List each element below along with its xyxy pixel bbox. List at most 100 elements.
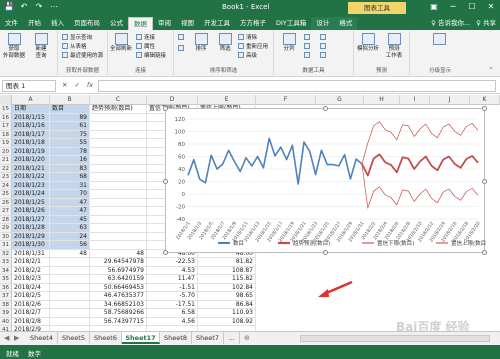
maximize-icon[interactable]: ☐ <box>467 2 477 12</box>
sort-za-button[interactable] <box>178 45 186 53</box>
row-number[interactable]: 20 <box>0 147 12 156</box>
cell-date[interactable]: 2018/2/8 <box>12 317 50 326</box>
cell-trend[interactable]: 50.66469453 <box>90 283 147 292</box>
undo-icon[interactable]: ↶ <box>19 2 29 12</box>
row-number[interactable]: 27 <box>0 207 12 216</box>
cell-trend[interactable] <box>90 198 147 207</box>
sheet-tab[interactable]: Sheet8 <box>160 332 192 344</box>
cell-count[interactable] <box>50 266 90 275</box>
header-cell-date[interactable]: 日期 <box>12 105 50 114</box>
sheet-tab[interactable]: Sheet7 <box>192 332 224 344</box>
cell-date[interactable]: 2018/1/20 <box>12 156 50 165</box>
forecast-sheet-button[interactable]: 预测 工作表 <box>383 33 405 59</box>
cell-lower[interactable]: -1.51 <box>147 283 198 292</box>
data-validation-button[interactable] <box>304 52 312 60</box>
prev-sheet-icon[interactable]: ◀ <box>4 334 9 342</box>
from-table-button[interactable]: 从表格 <box>62 43 87 51</box>
row-number[interactable]: 33 <box>0 258 12 267</box>
cell-trend[interactable] <box>90 232 147 241</box>
row-number[interactable]: 31 <box>0 241 12 250</box>
reapply-button[interactable]: 重新应用 <box>238 43 268 51</box>
name-box[interactable]: 图表 1 <box>2 80 56 92</box>
outline-button[interactable] <box>428 33 450 46</box>
cell-upper[interactable]: 81.82 <box>198 258 256 267</box>
cell-date[interactable]: 2018/2/4 <box>12 283 50 292</box>
tab-page-layout[interactable]: 页面布局 <box>69 17 105 30</box>
column-header[interactable]: H <box>364 95 400 105</box>
cell-trend[interactable] <box>90 147 147 156</box>
sheet-tab[interactable]: Sheet4 <box>26 332 58 344</box>
column-header[interactable]: A <box>12 95 50 105</box>
add-sheet-icon[interactable]: ⊕ <box>244 334 250 342</box>
cell-trend[interactable]: 29.64547978 <box>90 258 147 267</box>
row-number[interactable]: 26 <box>0 198 12 207</box>
cell-upper[interactable]: 86.84 <box>198 300 256 309</box>
relationships-button[interactable] <box>320 43 328 51</box>
flash-fill-button[interactable] <box>304 34 312 42</box>
sheet-tab-active[interactable]: Sheet17 <box>122 332 160 344</box>
cell-trend[interactable] <box>90 190 147 199</box>
tab-data[interactable]: 数据 <box>128 17 153 30</box>
cell-lower[interactable]: 4.56 <box>147 317 198 326</box>
sort-button[interactable]: 排序 <box>190 33 212 53</box>
cell-trend[interactable]: 56.74397715 <box>90 317 147 326</box>
cell-lower[interactable]: -22.53 <box>147 258 198 267</box>
column-header[interactable]: F <box>256 95 316 105</box>
consolidate-button[interactable] <box>320 34 328 42</box>
cell-count[interactable]: 89 <box>50 113 90 122</box>
tab-review[interactable]: 审阅 <box>153 17 176 30</box>
cell-date[interactable]: 2018/1/30 <box>12 241 50 250</box>
row-number[interactable]: 32 <box>0 249 12 258</box>
cell-date[interactable]: 2018/1/29 <box>12 232 50 241</box>
row-number[interactable]: 37 <box>0 292 12 301</box>
cell-trend[interactable] <box>90 207 147 216</box>
tab-view[interactable]: 视图 <box>176 17 199 30</box>
cell-date[interactable]: 2018/1/21 <box>12 164 50 173</box>
row-number[interactable]: 28 <box>0 215 12 224</box>
row-number[interactable]: 23 <box>0 173 12 182</box>
refresh-all-button[interactable]: 全部刷新 <box>110 33 132 53</box>
cell-count[interactable]: 56 <box>50 241 90 250</box>
row-number[interactable]: 17 <box>0 122 12 131</box>
row-number[interactable]: 39 <box>0 309 12 318</box>
cell-trend[interactable] <box>90 181 147 190</box>
cell-count[interactable]: 61 <box>50 122 90 131</box>
cell-lower[interactable]: 11.47 <box>147 275 198 284</box>
row-number[interactable]: 35 <box>0 275 12 284</box>
row-number[interactable]: 16 <box>0 113 12 122</box>
column-header[interactable]: G <box>316 95 364 105</box>
tab-chart-format[interactable]: 格式 <box>334 17 358 30</box>
cell-count[interactable]: 48 <box>50 249 90 258</box>
more-sheets[interactable]: ... <box>224 332 240 344</box>
tab-home[interactable]: 开始 <box>23 17 46 30</box>
column-header[interactable]: D <box>147 95 198 105</box>
cell-date[interactable]: 2018/2/5 <box>12 292 50 301</box>
cell-date[interactable]: 2018/1/26 <box>12 207 50 216</box>
tab-insert[interactable]: 插入 <box>46 17 69 30</box>
tab-developer[interactable]: 开发工具 <box>199 17 235 30</box>
cell-date[interactable]: 2018/2/6 <box>12 300 50 309</box>
cell-date[interactable]: 2018/1/31 <box>12 249 50 258</box>
tab-formulas[interactable]: 公式 <box>105 17 128 30</box>
get-external-data-button[interactable]: 获取 外部数据 <box>3 33 25 59</box>
properties-button[interactable]: 属性 <box>136 43 155 51</box>
forecast-line-chart[interactable]: 120 100 80 60 40 20 0 -20 -40 2018/1/1 2018/1/3 201… <box>163 106 487 255</box>
cell-date[interactable]: 2018/1/16 <box>12 122 50 131</box>
cell-upper[interactable]: 108.92 <box>198 317 256 326</box>
cell-count[interactable]: 31 <box>50 181 90 190</box>
cell-date[interactable]: 2018/1/27 <box>12 215 50 224</box>
cell-lower[interactable]: 6.58 <box>147 309 198 318</box>
cell-count[interactable]: 47 <box>50 207 90 216</box>
cell-count[interactable]: 70 <box>50 190 90 199</box>
sort-az-button[interactable] <box>178 34 186 42</box>
cell-count[interactable]: 83 <box>50 164 90 173</box>
edit-links-button[interactable]: 编辑链接 <box>136 52 166 60</box>
row-number[interactable]: 40 <box>0 317 12 326</box>
cell-lower[interactable]: 4.53 <box>147 266 198 275</box>
connections-button[interactable]: 连接 <box>136 34 155 42</box>
cell-count[interactable]: 24 <box>50 232 90 241</box>
row-number[interactable]: 15 <box>0 105 12 114</box>
cell-count[interactable]: 78 <box>50 147 90 156</box>
resize-handle[interactable] <box>323 106 328 111</box>
tab-fangfangezi[interactable]: 方方格子 <box>235 17 271 30</box>
